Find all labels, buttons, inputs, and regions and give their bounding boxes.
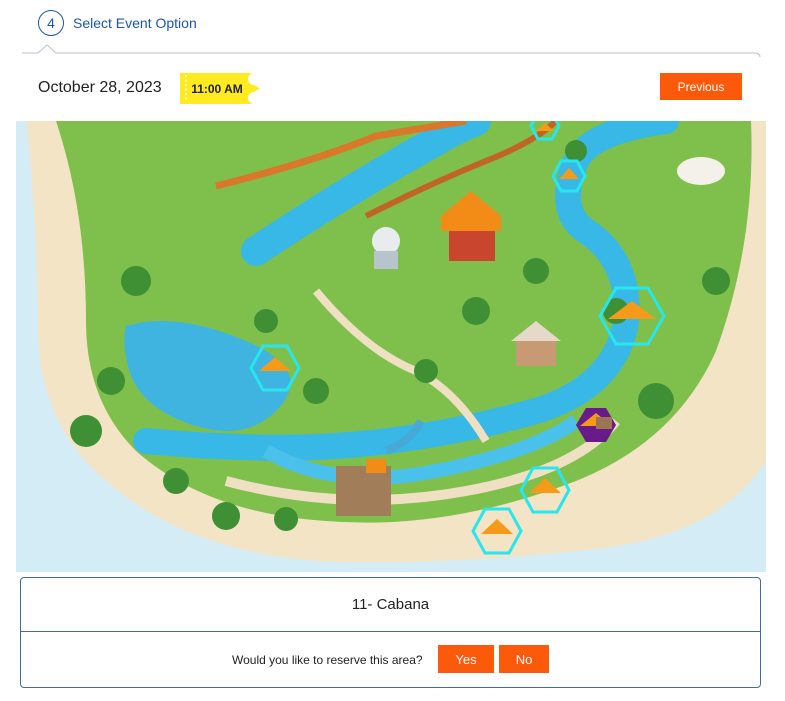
yes-button[interactable]: Yes: [438, 645, 494, 673]
previous-button[interactable]: Previous: [660, 73, 742, 100]
step-header: 4 Select Event Option: [38, 10, 197, 36]
step-title[interactable]: Select Event Option: [73, 15, 197, 31]
reserve-row: Would you like to reserve this area? Yes…: [21, 632, 760, 688]
selected-area-name: 11- Cabana: [21, 578, 760, 632]
event-date: October 28, 2023: [38, 79, 162, 96]
event-time: 11:00 AM: [191, 81, 243, 96]
reserve-question: Would you like to reserve this area?: [232, 653, 423, 667]
step-divider: [20, 41, 762, 57]
time-ticket: 11:00 AM: [180, 73, 260, 104]
no-button[interactable]: No: [499, 645, 549, 673]
water-park-map[interactable]: [16, 121, 766, 572]
step-number-badge: 4: [38, 10, 64, 36]
selection-panel: 11- Cabana Would you like to reserve thi…: [20, 577, 761, 688]
